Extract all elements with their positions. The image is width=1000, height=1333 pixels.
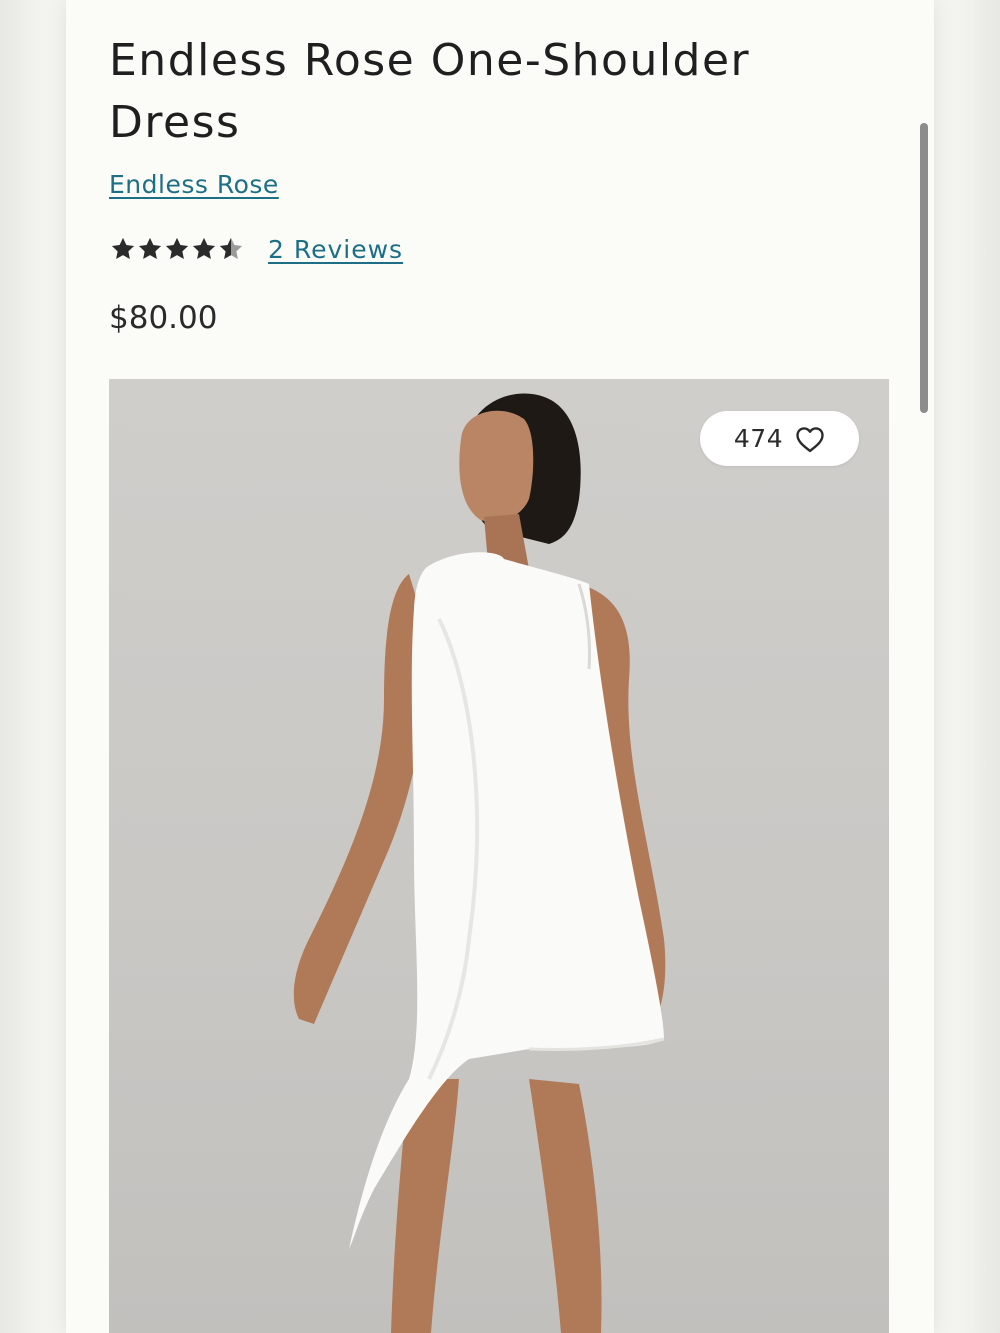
- favorite-button[interactable]: 474: [700, 411, 859, 466]
- star-icon: [165, 237, 189, 260]
- scrollbar[interactable]: [920, 123, 928, 413]
- likes-count: 474: [733, 424, 784, 453]
- product-image[interactable]: [109, 379, 889, 1333]
- star-icon: [192, 237, 216, 260]
- brand-link[interactable]: Endless Rose: [109, 170, 279, 199]
- star-rating: [109, 235, 244, 263]
- product-title: Endless Rose One-Shoulder Dress: [109, 35, 751, 148]
- reviews-link[interactable]: 2 Reviews: [268, 235, 403, 264]
- heart-outline-icon: [796, 426, 824, 452]
- app-window: Endless Rose One-Shoulder Dress Endless …: [0, 0, 1000, 1333]
- model-illustration: [293, 393, 666, 1333]
- product-price: $80.00: [109, 300, 218, 336]
- star-icon: [111, 237, 135, 260]
- star-half-icon: [219, 237, 243, 260]
- product-rating: 2 Reviews: [109, 232, 403, 266]
- star-icon: [138, 237, 162, 260]
